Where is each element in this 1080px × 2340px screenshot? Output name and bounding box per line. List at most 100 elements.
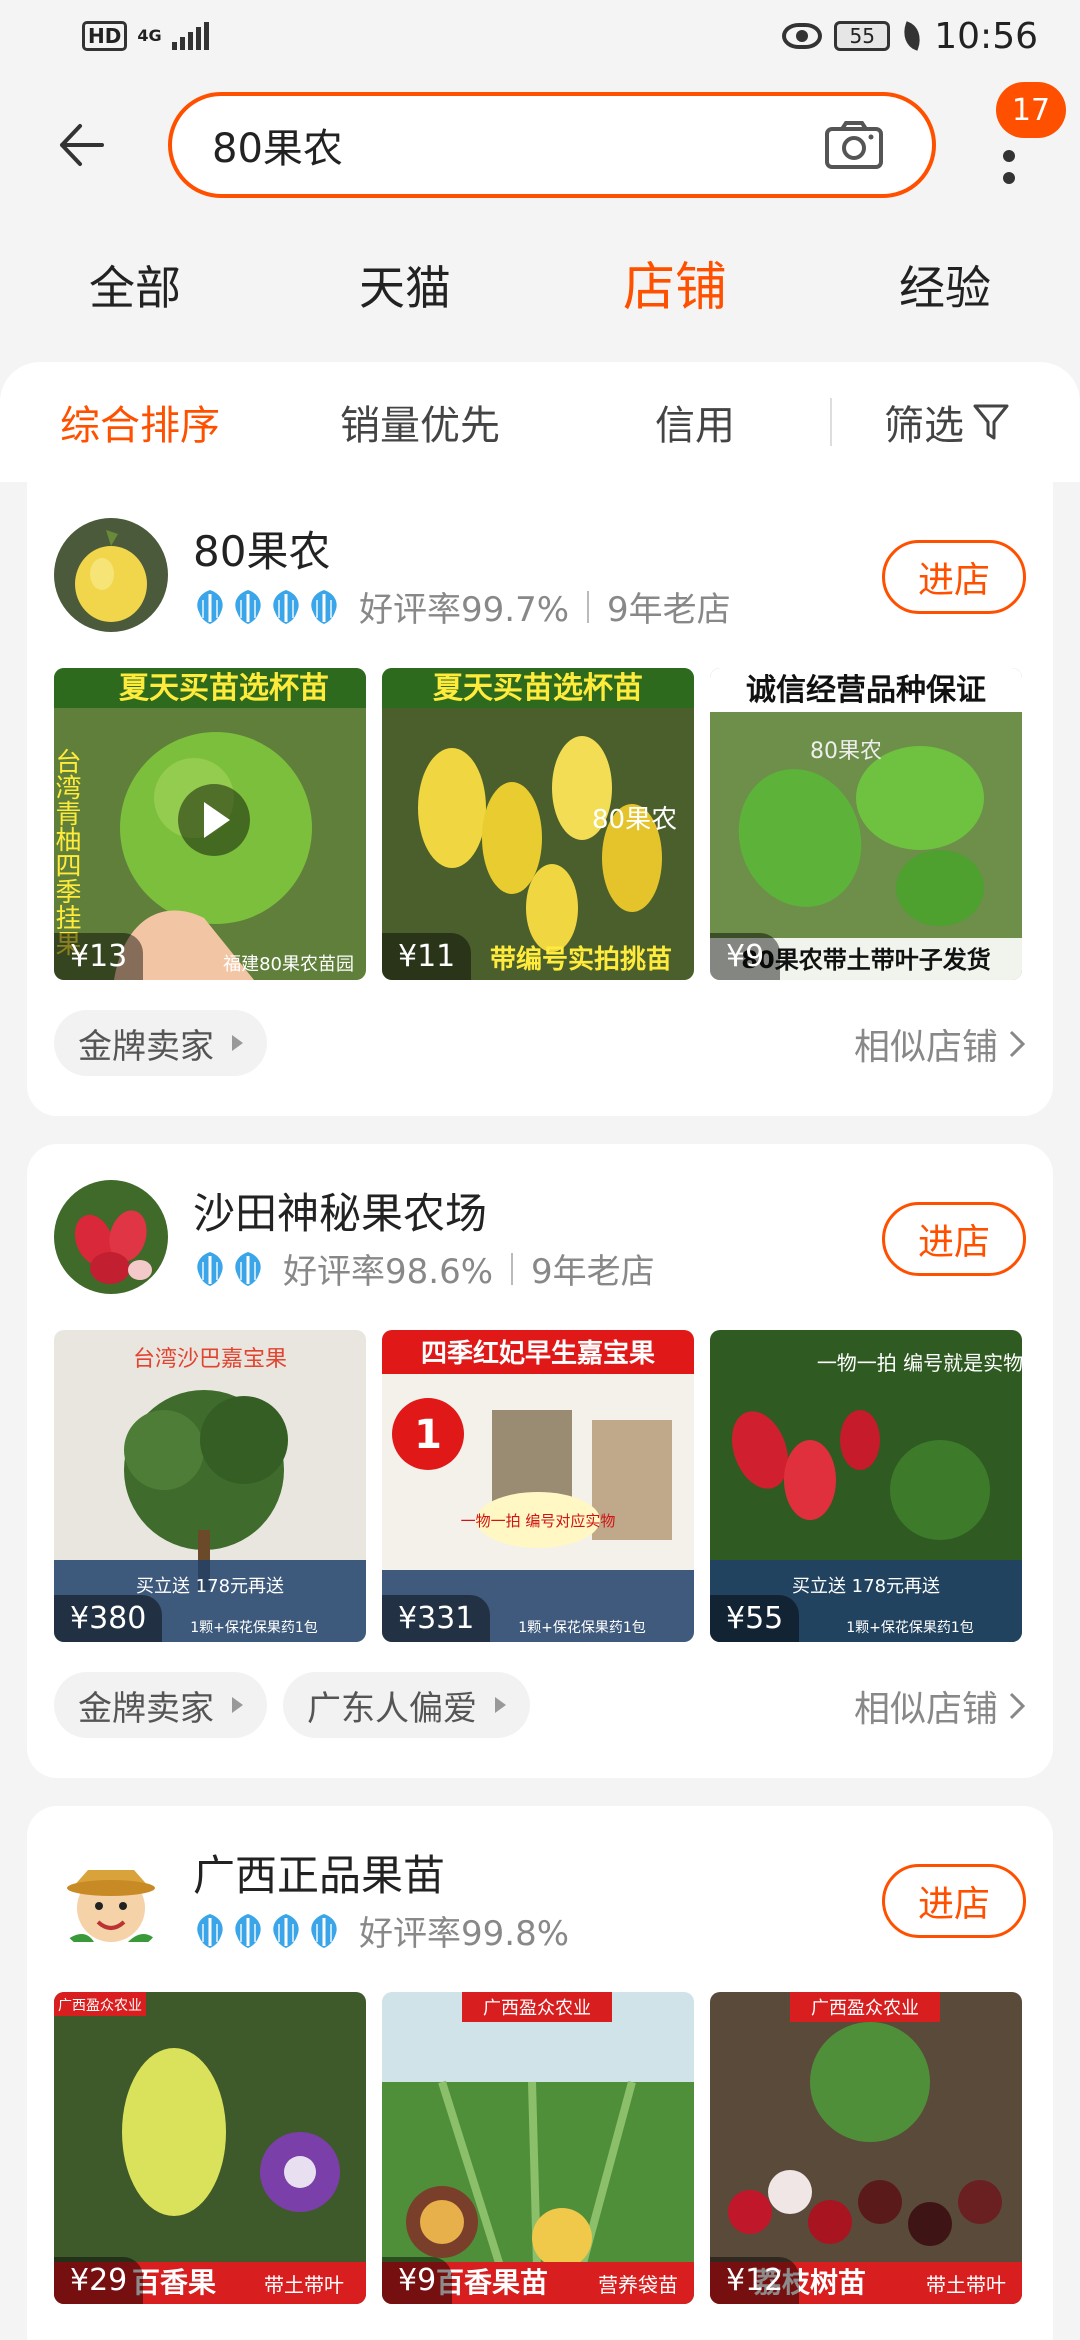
- rating-text: 好评率99.8%: [359, 1914, 570, 1954]
- similar-shops-link[interactable]: 相似店铺: [854, 1018, 1026, 1070]
- meta-divider: [511, 1252, 514, 1285]
- tag-gold-seller[interactable]: 金牌卖家: [54, 1672, 267, 1738]
- product-thumbnail[interactable]: 诚信经营品种保证 80果农 80果农带土带叶子发货 ¥9: [710, 668, 1022, 980]
- network-indicator: 4G: [137, 26, 162, 45]
- footer-caption: 1颗+保花保果药1包: [190, 1620, 318, 1636]
- similar-label: 相似店铺: [853, 1027, 998, 1068]
- shop-avatar[interactable]: [54, 1180, 168, 1294]
- item-price: ¥12: [710, 2257, 800, 2304]
- shop-name[interactable]: 广西正品果苗: [193, 1842, 445, 1903]
- sort-sales[interactable]: 销量优先: [280, 393, 560, 451]
- tag-guangdong-favorite[interactable]: 广东人偏爱: [283, 1672, 530, 1738]
- shop-header: 广西正品果苗 好评率99.8% 进店: [27, 1806, 1053, 1996]
- signal-icon: [171, 22, 209, 50]
- watermark: 80果农: [592, 805, 677, 835]
- tab-shops[interactable]: 店铺: [540, 238, 810, 338]
- sort-overall[interactable]: 综合排序: [0, 393, 280, 451]
- side-caption: 带编号实拍挑苗: [490, 944, 672, 975]
- crown-icon: [235, 1251, 261, 1286]
- item-price: ¥29: [54, 2257, 144, 2304]
- search-input[interactable]: 80果农: [168, 92, 936, 198]
- similar-shops-link[interactable]: 相似店铺: [854, 1680, 1026, 1732]
- product-thumbnail[interactable]: 夏天买苗选杯苗 80果农 带编号实拍挑苗 ¥11: [382, 668, 694, 980]
- product-thumbnail[interactable]: 台湾沙巴嘉宝果 买立送 178元再送 1颗+保花保果药1包 ¥380: [54, 1330, 366, 1642]
- promo-caption: 百香果: [132, 2266, 216, 2299]
- shop-items: 广西盈众农业 百香果 带土带叶 ¥29 广西盈众农业 百香果苗 营养袋苗 ¥9 …: [54, 1992, 1022, 2304]
- shop-items: 台湾沙巴嘉宝果 买立送 178元再送 1颗+保花保果药1包 ¥380 四季红妃早…: [54, 1330, 1022, 1642]
- product-thumbnail[interactable]: 四季红妃早生嘉宝果 1 一物一拍 编号对应实物 1颗+保花保果药1包 ¥331: [382, 1330, 694, 1642]
- tag-label: 广东人偏爱: [307, 1688, 477, 1729]
- shop-age: 9年老店: [531, 1252, 655, 1292]
- product-thumbnail[interactable]: 广西盈众农业 百香果 带土带叶 ¥29: [54, 1992, 366, 2304]
- item-price: ¥9: [382, 2257, 453, 2304]
- crown-rating: [193, 1912, 341, 1950]
- caption-text: 台湾沙巴嘉宝果: [133, 1347, 287, 1372]
- search-query[interactable]: 80果农: [212, 116, 824, 174]
- item-price: ¥380: [54, 1595, 163, 1642]
- shop-card[interactable]: 广西正品果苗 好评率99.8% 进店 广西盈众农业 百香果 带土带叶 ¥29 广…: [27, 1806, 1053, 2340]
- eye-comfort-icon: [782, 23, 823, 49]
- play-arrow-icon: [232, 1697, 243, 1713]
- enter-shop-button[interactable]: 进店: [882, 1864, 1026, 1938]
- product-thumbnail[interactable]: 一物一拍 编号就是实物 买立送 178元再送 1颗+保花保果药1包 ¥55: [710, 1330, 1022, 1642]
- back-arrow-icon[interactable]: [56, 120, 106, 170]
- shop-meta: 好评率99.7% 9年老店: [193, 582, 731, 631]
- sort-divider: [830, 398, 832, 446]
- shop-card[interactable]: 80果农 好评率99.7% 9年老店 进店 夏天买苗选杯苗 台湾青柚四季挂果 福…: [27, 482, 1053, 1116]
- shop-meta: 好评率99.8%: [193, 1906, 569, 1955]
- play-arrow-icon: [232, 1035, 243, 1051]
- crown-icon: [273, 589, 299, 624]
- product-thumbnail[interactable]: 广西盈众农业 荔枝树苗 带土带叶 ¥12: [710, 1992, 1022, 2304]
- shop-avatar[interactable]: [54, 1842, 168, 1956]
- footer-caption: 1颗+保花保果药1包: [846, 1620, 974, 1636]
- promo-caption: 一物一拍 编号对应实物: [461, 1512, 616, 1530]
- product-thumbnail[interactable]: 夏天买苗选杯苗 台湾青柚四季挂果 福建80果农苗园 ¥13: [54, 668, 366, 980]
- promo-caption: 百香果苗: [436, 2266, 548, 2299]
- sort-credit[interactable]: 信用: [560, 393, 830, 451]
- item-price: ¥331: [382, 1595, 491, 1642]
- shop-name[interactable]: 80果农: [193, 518, 330, 579]
- svg-text:1: 1: [414, 1412, 442, 1458]
- tag-gold-seller[interactable]: 金牌卖家: [54, 1010, 267, 1076]
- shop-items: 夏天买苗选杯苗 台湾青柚四季挂果 福建80果农苗园 ¥13 夏天买苗选杯苗 80…: [54, 668, 1022, 980]
- footer-caption: 营养袋苗: [598, 2273, 678, 2297]
- enter-shop-button[interactable]: 进店: [882, 1202, 1026, 1276]
- leaf-icon: [898, 21, 926, 51]
- shop-header: 沙田神秘果农场 好评率98.6% 9年老店 进店: [27, 1144, 1053, 1334]
- category-tabs: 全部 天猫 店铺 经验: [0, 238, 1080, 338]
- shop-avatar[interactable]: [54, 518, 168, 632]
- shop-card[interactable]: 沙田神秘果农场 好评率98.6% 9年老店 进店 台湾沙巴嘉宝果 买立送 178…: [27, 1144, 1053, 1778]
- shop-header: 80果农 好评率99.7% 9年老店 进店: [27, 482, 1053, 672]
- search-header: 80果农 17: [0, 72, 1080, 222]
- product-thumbnail[interactable]: 广西盈众农业 百香果苗 营养袋苗 ¥9: [382, 1992, 694, 2304]
- tab-tmall[interactable]: 天猫: [270, 238, 540, 338]
- rating-text: 好评率98.6%: [283, 1252, 494, 1292]
- caption-text: 广西盈众农业: [58, 1998, 142, 2014]
- footer-caption: 1颗+保花保果药1包: [518, 1620, 646, 1636]
- shop-tags: 金牌卖家: [54, 1010, 267, 1076]
- more-options-icon[interactable]: [1000, 134, 1018, 194]
- crown-icon: [235, 589, 261, 624]
- camera-icon[interactable]: [824, 120, 884, 170]
- shop-name[interactable]: 沙田神秘果农场: [193, 1180, 487, 1241]
- chevron-right-icon: [1009, 1030, 1026, 1058]
- message-count-badge[interactable]: 17: [996, 82, 1066, 138]
- filter-button[interactable]: 筛选: [884, 393, 1010, 451]
- similar-label: 相似店铺: [853, 1689, 998, 1730]
- hd-indicator: HD: [82, 21, 128, 51]
- meta-divider: [587, 590, 590, 623]
- play-arrow-icon: [495, 1697, 506, 1713]
- rating-text: 好评率99.7%: [359, 590, 570, 630]
- crown-icon: [197, 1913, 223, 1948]
- tab-experience[interactable]: 经验: [810, 238, 1080, 338]
- sort-bar: 综合排序 销量优先 信用 筛选: [0, 362, 1080, 482]
- crown-rating: [193, 1250, 265, 1288]
- chevron-right-icon: [1009, 1692, 1026, 1720]
- tab-all[interactable]: 全部: [0, 238, 270, 338]
- shop-age: 9年老店: [607, 590, 731, 630]
- enter-shop-button[interactable]: 进店: [882, 540, 1026, 614]
- crown-rating: [193, 588, 341, 626]
- battery-icon: 55: [834, 21, 891, 51]
- crown-icon: [197, 589, 223, 624]
- funnel-icon: [973, 404, 1009, 440]
